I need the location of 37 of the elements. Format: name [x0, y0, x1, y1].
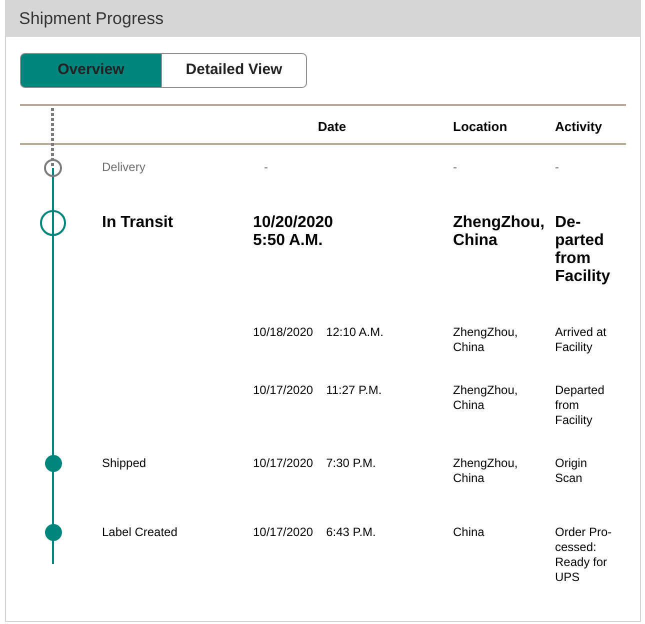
location-text: -: [453, 160, 458, 175]
time-text: 11:27 P.M.: [326, 383, 382, 398]
time-text: 6:43 P.M.: [326, 525, 376, 540]
date-text: 10/17/2020: [253, 383, 314, 398]
location-text: China: [453, 525, 486, 540]
ring-icon: [44, 158, 62, 176]
activity-text: Departed from Facility: [555, 383, 606, 428]
activity-text: Arrived at Facility: [555, 325, 608, 355]
date-text: 10/20/2020 5:50 A.M.: [253, 214, 334, 250]
view-tab[interactable]: Overview: [20, 53, 162, 88]
date-text: -: [264, 160, 268, 175]
status-text: Delivery: [102, 160, 146, 175]
dot-icon: [44, 455, 62, 472]
status-text: In Transit: [102, 214, 174, 232]
date-text: 10/18/2020: [253, 325, 314, 340]
time-text: 7:30 P.M.: [326, 456, 376, 471]
column-header: Date: [318, 119, 346, 134]
status-text: Shipped: [102, 456, 148, 471]
activity-text: -: [555, 160, 560, 175]
panel-title: Shipment Progress: [19, 8, 164, 28]
location-text: ZhengZhou, China: [453, 456, 519, 486]
column-header: Location: [453, 119, 508, 134]
location-text: ZhengZhou, China: [453, 325, 519, 355]
activity-text: Order Pro-cessed: Ready for UPS: [555, 525, 613, 585]
dot-icon: [44, 524, 62, 541]
date-text: 10/17/2020: [253, 456, 314, 471]
ring-icon: [40, 210, 66, 236]
column-header: Activity: [555, 119, 602, 134]
time-text: 12:10 A.M.: [326, 325, 384, 340]
activity-text: Origin Scan: [555, 456, 588, 486]
location-text: ZhengZhou, China: [453, 383, 519, 413]
view-tab[interactable]: Detailed View: [161, 53, 307, 88]
location-text: ZhengZhou, China: [453, 214, 546, 250]
activity-text: De-parted from Facility: [555, 214, 612, 286]
date-text: 10/17/2020: [253, 525, 314, 540]
dotted-line: [50, 108, 54, 168]
status-text: Label Created: [102, 525, 178, 540]
